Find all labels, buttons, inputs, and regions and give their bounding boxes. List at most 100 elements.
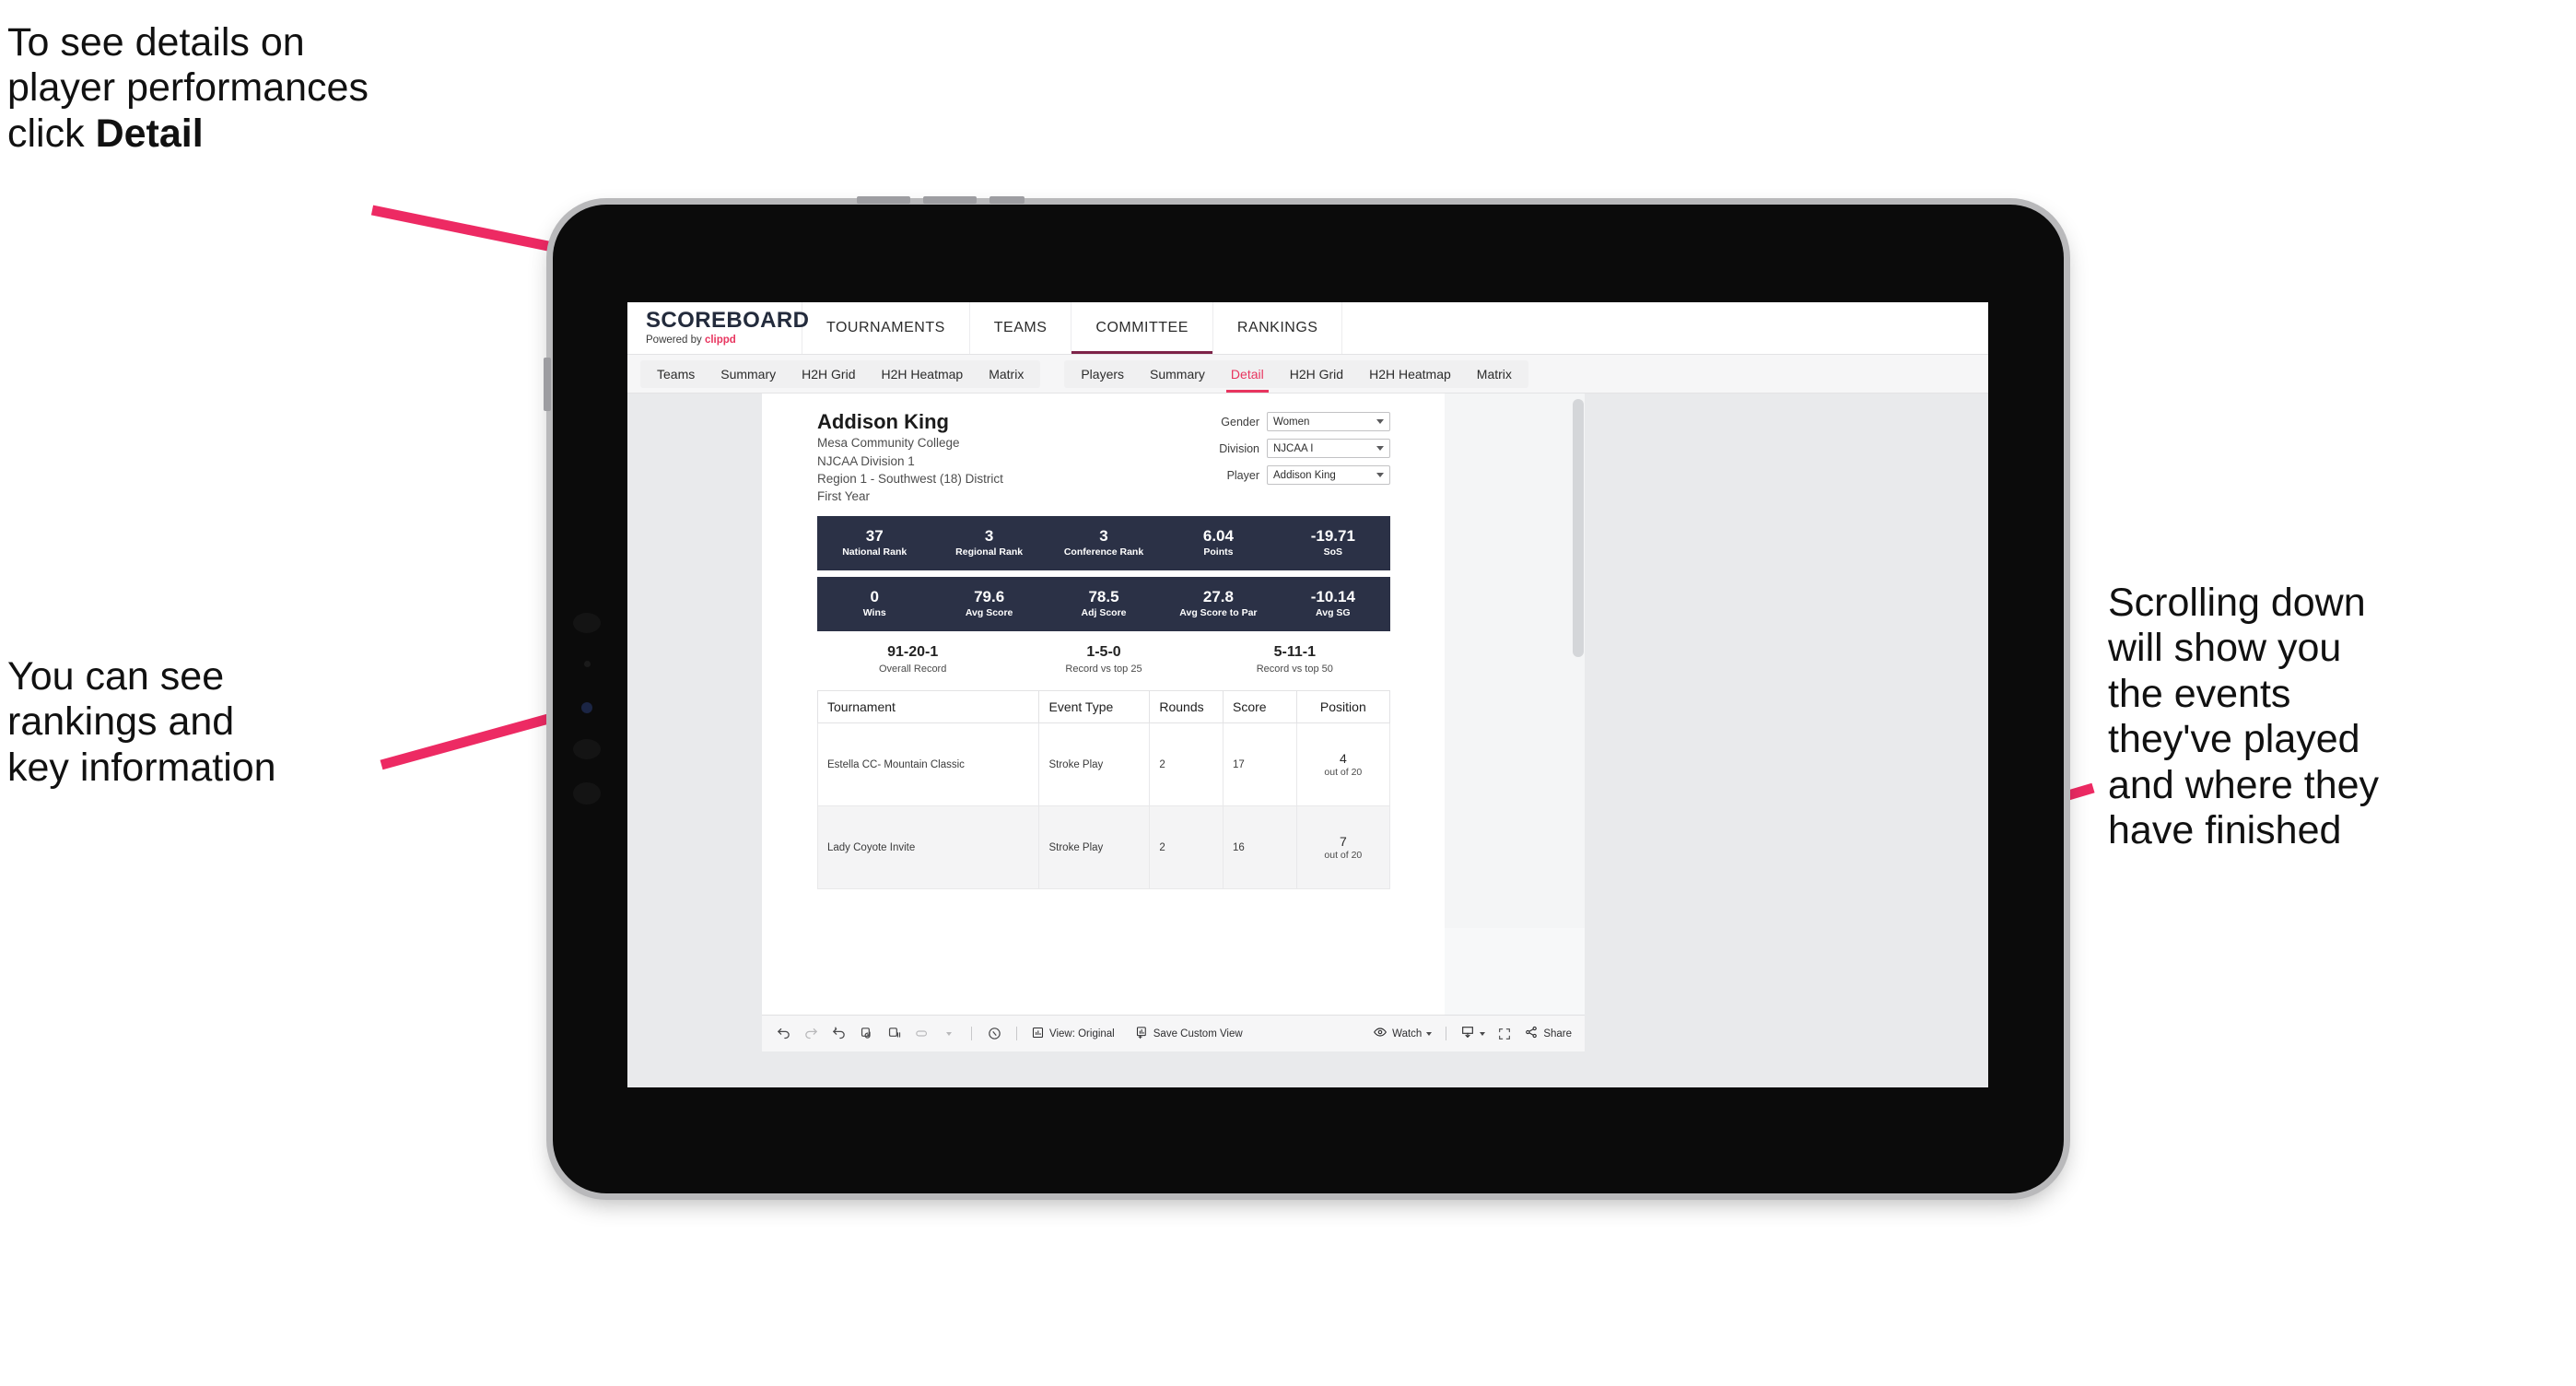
tab-players-h2h-grid[interactable]: H2H Grid: [1277, 360, 1356, 388]
tab-teams[interactable]: Teams: [644, 360, 708, 388]
position-out-of: out of 20: [1324, 850, 1363, 862]
redo-icon[interactable]: [797, 1020, 825, 1048]
subnav-group-players: Players Summary Detail H2H Grid H2H Heat…: [1064, 359, 1528, 393]
eye-icon: [1373, 1025, 1388, 1042]
cell-tournament: Estella CC- Mountain Classic: [816, 722, 1040, 807]
download-icon: [1460, 1025, 1475, 1042]
stat-label: National Rank: [842, 546, 907, 558]
division-select-value: NJCAA I: [1273, 442, 1314, 454]
stat-value: 37: [865, 527, 884, 546]
gender-select[interactable]: Women: [1267, 412, 1390, 431]
chevron-down-icon: [1376, 419, 1384, 424]
stat-wins: 0 Wins: [817, 588, 931, 619]
stat-sos: -19.71 SoS: [1276, 527, 1390, 558]
device-button-top-1: [857, 196, 910, 204]
workbook-canvas: Addison King Mesa Community College NJCA…: [627, 393, 1988, 1051]
stat-national-rank: 37 National Rank: [817, 527, 931, 558]
tab-players-detail[interactable]: Detail: [1218, 360, 1277, 393]
stat-avg-sg: -10.14 Avg SG: [1276, 588, 1390, 619]
stat-points: 6.04 Points: [1161, 527, 1275, 558]
cell-rounds: 2: [1149, 805, 1224, 890]
player-header: Addison King Mesa Community College NJCA…: [817, 410, 1390, 505]
undo-icon[interactable]: [769, 1020, 797, 1048]
division-select[interactable]: NJCAA I: [1267, 439, 1390, 458]
cell-event-type: Stroke Play: [1038, 722, 1151, 807]
cell-score: 16: [1223, 805, 1297, 890]
cell-tournament: Lady Coyote Invite: [816, 805, 1040, 890]
pause-refresh-icon[interactable]: [980, 1020, 1008, 1048]
toolbar-separator: [1016, 1027, 1017, 1040]
view-original-button[interactable]: View: Original: [1025, 1021, 1120, 1047]
record-value: 1-5-0: [1086, 644, 1121, 661]
tab-players-matrix[interactable]: Matrix: [1464, 360, 1525, 388]
chevron-down-icon: [1480, 1031, 1486, 1036]
tab-players-h2h-heatmap[interactable]: H2H Heatmap: [1356, 360, 1464, 388]
view-original-label: View: Original: [1049, 1028, 1115, 1040]
cell-position: 4 out of 20: [1295, 722, 1391, 807]
table-row[interactable]: Estella CC- Mountain Classic Stroke Play…: [816, 722, 1391, 807]
topnav-item-committee[interactable]: COMMITTEE: [1071, 302, 1213, 354]
record-label: Record vs top 50: [1256, 663, 1333, 675]
tab-teams-h2h-grid[interactable]: H2H Grid: [789, 360, 868, 388]
save-custom-view-button[interactable]: Save Custom View: [1130, 1021, 1248, 1047]
tab-players[interactable]: Players: [1068, 360, 1137, 388]
callout-scroll: Scrolling down will show you the events …: [2108, 581, 2380, 853]
share-label: Share: [1543, 1028, 1572, 1040]
player-division: NJCAA Division 1: [817, 453, 915, 468]
app-screen: SCOREBOARD Powered by clippd TOURNAMENTS…: [627, 302, 1988, 1087]
callout-rankings: You can see rankings and key information: [7, 654, 276, 790]
player-identity: Addison King Mesa Community College NJCA…: [817, 410, 1003, 505]
record-summary-row: 91-20-1 Overall Record 1-5-0 Record vs t…: [817, 631, 1390, 687]
fullscreen-icon[interactable]: [1491, 1020, 1518, 1048]
col-header-event-type[interactable]: Event Type: [1038, 690, 1151, 724]
topnav-label: COMMITTEE: [1095, 320, 1188, 335]
events-table: Tournament Event Type Rounds Score Posit…: [816, 690, 1391, 890]
vertical-scrollbar[interactable]: [1573, 399, 1584, 657]
col-header-tournament[interactable]: Tournament: [816, 690, 1040, 724]
player-select[interactable]: Addison King: [1267, 465, 1390, 485]
filter-panel: Gender Women Division NJCAA I Player Add…: [1219, 412, 1390, 492]
record-value: 5-11-1: [1273, 644, 1316, 661]
topnav-label: RANKINGS: [1236, 320, 1318, 335]
tab-teams-matrix[interactable]: Matrix: [976, 360, 1036, 388]
stat-label: Avg Score to Par: [1179, 606, 1258, 618]
filter-label-division: Division: [1219, 441, 1259, 455]
tab-teams-h2h-heatmap[interactable]: H2H Heatmap: [869, 360, 977, 388]
device-button-top-3: [989, 196, 1025, 204]
revert-icon[interactable]: [825, 1020, 852, 1048]
device-camera-2: [573, 739, 601, 759]
download-button[interactable]: [1455, 1021, 1491, 1047]
stat-value: 3: [1099, 527, 1108, 546]
position-number: 4: [1339, 750, 1347, 766]
stat-adj-score: 78.5 Adj Score: [1047, 588, 1161, 619]
brand-subtitle: Powered by clippd: [646, 335, 802, 346]
top-navigation-bar: SCOREBOARD Powered by clippd TOURNAMENTS…: [627, 302, 1988, 355]
col-header-position[interactable]: Position: [1295, 690, 1391, 724]
highlight-icon[interactable]: [907, 1020, 935, 1048]
tab-teams-summary[interactable]: Summary: [708, 360, 789, 388]
cell-rounds: 2: [1149, 722, 1224, 807]
topnav-item-teams[interactable]: TEAMS: [970, 302, 1072, 354]
col-header-score[interactable]: Score: [1223, 690, 1297, 724]
stat-band-scoring: 0 Wins 79.6 Avg Score 78.5 Adj Score 27.…: [817, 577, 1390, 632]
brand-logo[interactable]: SCOREBOARD Powered by clippd: [627, 302, 809, 354]
stat-band-rankings: 37 National Rank 3 Regional Rank 3 Confe…: [817, 516, 1390, 571]
stat-label: Avg SG: [1316, 606, 1351, 618]
device-indicator-light: [581, 702, 592, 713]
topnav-item-rankings[interactable]: RANKINGS: [1213, 302, 1343, 354]
table-row[interactable]: Lady Coyote Invite Stroke Play 2 16 7 ou…: [816, 805, 1391, 890]
pause-auto-update-icon[interactable]: [880, 1020, 907, 1048]
stat-value: -19.71: [1310, 527, 1355, 546]
cell-score: 17: [1223, 722, 1297, 807]
record-overall: 91-20-1 Overall Record: [817, 643, 1008, 674]
topnav-item-tournaments[interactable]: TOURNAMENTS: [802, 302, 970, 354]
share-icon: [1524, 1025, 1539, 1042]
tab-players-summary[interactable]: Summary: [1137, 360, 1218, 388]
share-button[interactable]: Share: [1518, 1021, 1577, 1047]
col-header-rounds[interactable]: Rounds: [1149, 690, 1224, 724]
stat-label: Conference Rank: [1063, 546, 1144, 558]
watch-button[interactable]: Watch: [1367, 1021, 1437, 1047]
refresh-data-icon[interactable]: [852, 1020, 880, 1048]
chevron-down-icon[interactable]: [935, 1020, 963, 1048]
subnav-group-teams: Teams Summary H2H Grid H2H Heatmap Matri…: [640, 359, 1041, 388]
